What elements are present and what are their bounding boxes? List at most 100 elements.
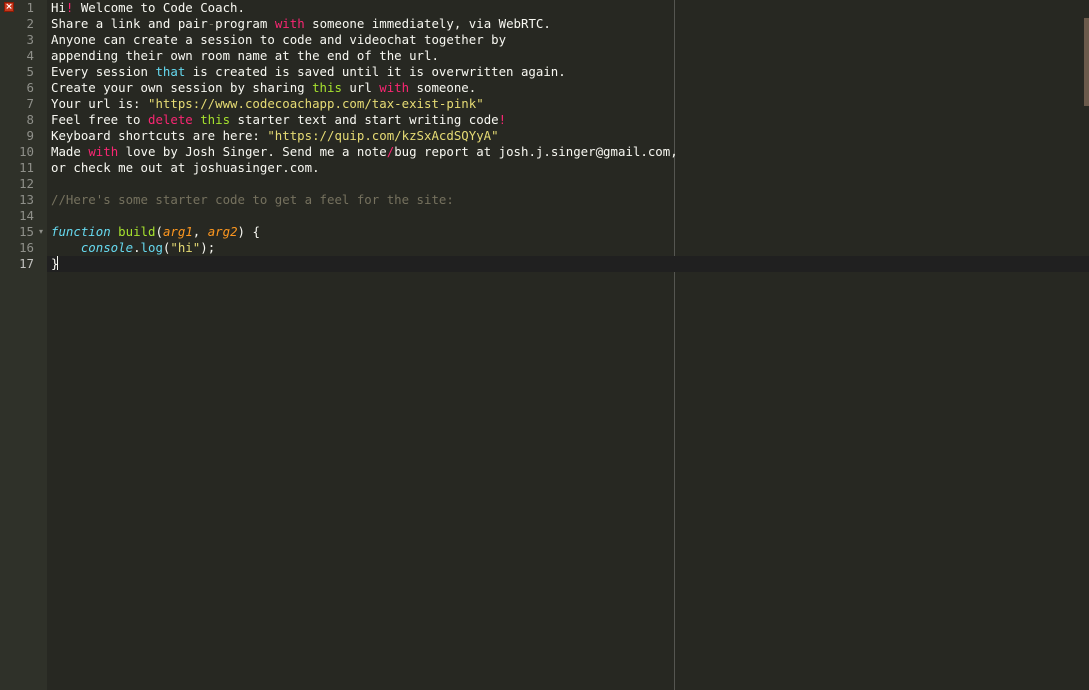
code-token: bug report at josh.j.singer@gmail.com, <box>394 144 678 159</box>
code-token: "hi" <box>170 240 201 255</box>
code-token: - <box>207 16 216 31</box>
code-token: is created is saved until it is overwrit… <box>185 64 566 79</box>
code-token: Every session <box>51 64 156 79</box>
gutter-line[interactable]: 11 <box>0 160 47 176</box>
line-number: 9 <box>26 128 34 143</box>
line-number: 7 <box>26 96 34 111</box>
code-line[interactable]: or check me out at joshuasinger.com. <box>47 160 1089 176</box>
code-token: function <box>51 224 111 239</box>
code-token: ! <box>498 112 507 127</box>
gutter-line[interactable]: 4 <box>0 48 47 64</box>
code-token: Hi <box>51 0 66 15</box>
code-token: with <box>379 80 410 95</box>
code-line[interactable]: function build(arg1, arg2) { <box>47 224 1089 240</box>
line-number: 8 <box>26 112 34 127</box>
line-number: 2 <box>26 16 34 31</box>
line-number: 13 <box>19 192 34 207</box>
code-token: console <box>80 240 134 255</box>
gutter-line[interactable]: 7 <box>0 96 47 112</box>
gutter-line[interactable]: 9 <box>0 128 47 144</box>
code-line[interactable]: } <box>47 256 1089 272</box>
line-number: 16 <box>19 240 34 255</box>
gutter-line[interactable]: 1 × <box>0 0 47 16</box>
code-token: "https://www.codecoachapp.com/tax-exist-… <box>147 96 484 111</box>
gutter-line[interactable]: 2 <box>0 16 47 32</box>
line-number: 17 <box>19 256 34 271</box>
code-token: Your url is: <box>51 96 148 111</box>
code-line[interactable]: Every session that is created is saved u… <box>47 64 1089 80</box>
line-number: 14 <box>19 208 34 223</box>
code-token: starter text and start writing code <box>230 112 499 127</box>
gutter-line[interactable]: 15 ▾ <box>0 224 47 240</box>
code-line[interactable]: Share a link and pair-program with someo… <box>47 16 1089 32</box>
code-token: Welcome to Code Coach. <box>73 0 245 15</box>
code-editor[interactable]: 1 × 2 3 4 5 6 7 8 9 10 11 12 13 14 15 ▾ 16 17 Hi! Welcome … <box>0 0 1089 690</box>
code-token: Keyboard shortcuts are here: <box>51 128 268 143</box>
gutter-line[interactable]: 6 <box>0 80 47 96</box>
code-line[interactable] <box>47 208 1089 224</box>
fold-toggle-icon[interactable]: ▾ <box>37 224 45 240</box>
code-token: //Here's some starter code to get a feel… <box>51 192 454 207</box>
line-number: 12 <box>19 176 34 191</box>
gutter-line[interactable]: 13 <box>0 192 47 208</box>
code-line[interactable]: Hi! Welcome to Code Coach. <box>47 0 1089 16</box>
code-token: ( <box>155 224 163 239</box>
code-token: url <box>341 80 380 95</box>
code-token: Made <box>51 144 89 159</box>
code-line[interactable]: appending their own room name at the end… <box>47 48 1089 64</box>
code-line[interactable]: Create your own session by sharing this … <box>47 80 1089 96</box>
code-token: ) { <box>237 224 260 239</box>
code-token: build <box>118 224 156 239</box>
line-number: 1 <box>26 0 34 15</box>
code-token: appending their own room name at the end… <box>51 48 439 63</box>
code-token: this <box>200 112 231 127</box>
gutter-line[interactable]: 16 <box>0 240 47 256</box>
line-number: 3 <box>26 32 34 47</box>
gutter-line[interactable]: 14 <box>0 208 47 224</box>
scrollbar-thumb[interactable] <box>1084 18 1089 106</box>
code-line[interactable]: Feel free to delete this starter text an… <box>47 112 1089 128</box>
line-number: 11 <box>19 160 34 175</box>
line-number: 5 <box>26 64 34 79</box>
code-token: ); <box>200 240 216 255</box>
code-token: that <box>155 64 186 79</box>
line-number: 4 <box>26 48 34 63</box>
gutter-line[interactable]: 17 <box>0 256 47 272</box>
code-token: someone immediately, via WebRTC. <box>304 16 551 31</box>
code-line[interactable]: Your url is: "https://www.codecoachapp.c… <box>47 96 1089 112</box>
code-token: someone. <box>409 80 477 95</box>
code-token: log <box>140 240 163 255</box>
code-token: arg1 <box>162 224 193 239</box>
code-token: . <box>133 240 141 255</box>
code-line[interactable]: Anyone can create a session to code and … <box>47 32 1089 48</box>
code-line[interactable]: //Here's some starter code to get a feel… <box>47 192 1089 208</box>
code-token: delete <box>147 112 193 127</box>
code-token: or check me out at joshuasinger.com. <box>51 160 320 175</box>
error-annotation-icon[interactable]: × <box>4 2 14 12</box>
code-content-area[interactable]: Hi! Welcome to Code Coach. Share a link a… <box>47 0 1089 690</box>
line-number: 10 <box>19 144 34 159</box>
code-token: "https://quip.com/kzSxAcdSQYyA" <box>267 128 499 143</box>
text-cursor <box>57 256 59 270</box>
code-line[interactable]: Made with love by Josh Singer. Send me a… <box>47 144 1089 160</box>
code-token: program <box>215 16 275 31</box>
code-token: with <box>274 16 305 31</box>
code-token: Create your own session by sharing <box>51 80 313 95</box>
code-token: , <box>192 224 208 239</box>
gutter-line[interactable]: 3 <box>0 32 47 48</box>
gutter-line[interactable]: 10 <box>0 144 47 160</box>
code-line[interactable] <box>47 176 1089 192</box>
code-token: love by Josh Singer. Send me a note <box>118 144 387 159</box>
code-line[interactable]: console.log("hi"); <box>47 240 1089 256</box>
gutter-line[interactable]: 12 <box>0 176 47 192</box>
gutter-line[interactable]: 5 <box>0 64 47 80</box>
line-number: 6 <box>26 80 34 95</box>
code-token: this <box>312 80 342 95</box>
gutter-line[interactable]: 8 <box>0 112 47 128</box>
code-token: Anyone can create a session to code and … <box>51 32 507 47</box>
code-line[interactable]: Keyboard shortcuts are here: "https://qu… <box>47 128 1089 144</box>
code-token: Feel free to <box>51 112 148 127</box>
line-number-gutter[interactable]: 1 × 2 3 4 5 6 7 8 9 10 11 12 13 14 15 ▾ 16 17 <box>0 0 47 690</box>
code-token: Share a link and pair <box>51 16 208 31</box>
